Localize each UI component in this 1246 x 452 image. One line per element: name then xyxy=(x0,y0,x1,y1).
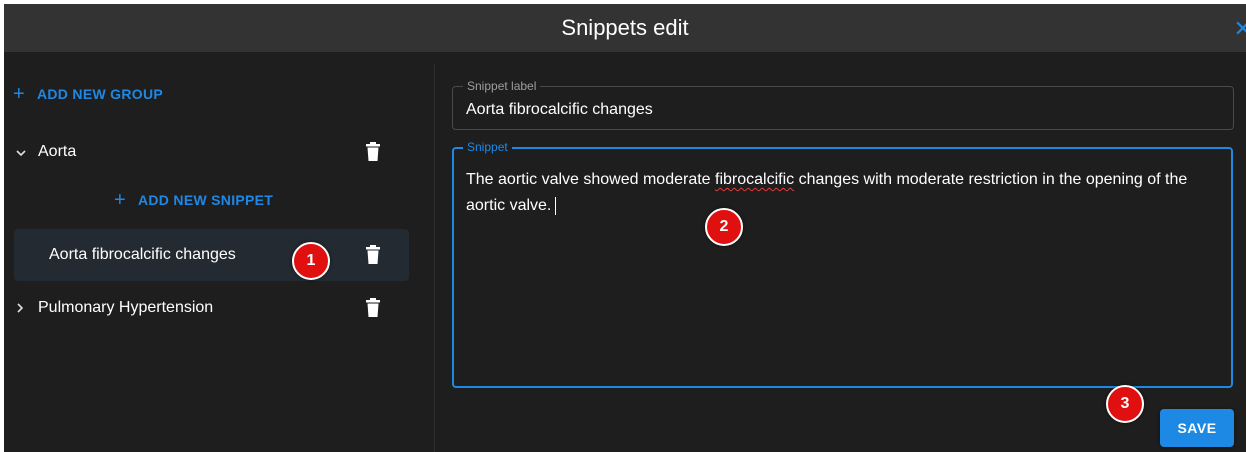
add-new-group-label: ADD NEW GROUP xyxy=(36,86,163,102)
delete-group-icon[interactable] xyxy=(365,298,381,318)
snippets-dialog: Snippets edit ✕ + ADD NEW GROUP Aorta + … xyxy=(4,4,1246,452)
plus-icon: + xyxy=(114,189,126,211)
snippet-legend: Snippet xyxy=(463,140,512,154)
dialog-titlebar: Snippets edit ✕ xyxy=(4,4,1246,52)
group-item-aorta[interactable]: Aorta xyxy=(14,126,409,178)
chevron-down-icon[interactable] xyxy=(16,145,30,160)
dialog-title: Snippets edit xyxy=(561,15,689,40)
annotation-badge-2: 2 xyxy=(705,208,743,246)
snippet-text-start: The aortic valve showed moderate xyxy=(466,171,716,188)
close-icon[interactable]: ✕ xyxy=(1234,16,1246,42)
add-new-snippet-label: ADD NEW SNIPPET xyxy=(137,192,274,208)
group-item-pulmonary-hypertension[interactable]: Pulmonary Hypertension xyxy=(14,282,409,334)
group-label: Aorta xyxy=(38,143,77,160)
snippet-label-field[interactable]: Snippet label Aorta fibrocalcific change… xyxy=(452,79,1234,130)
text-caret xyxy=(555,196,557,215)
spellcheck-flagged-word: fibrocalcific xyxy=(715,171,795,188)
pane-divider xyxy=(434,64,435,452)
snippet-textarea[interactable]: Snippet The aortic valve showed moderate… xyxy=(452,140,1233,388)
save-button[interactable]: SAVE xyxy=(1160,409,1234,447)
group-label: Pulmonary Hypertension xyxy=(38,299,214,316)
snippet-text[interactable]: The aortic valve showed moderate fibroca… xyxy=(466,167,1191,219)
plus-icon: + xyxy=(13,83,25,105)
annotation-badge-3: 3 xyxy=(1106,385,1144,423)
snippet-item-aorta-fibrocalcific-changes[interactable]: Aorta fibrocalcific changes xyxy=(14,229,409,281)
add-new-group-button[interactable]: + ADD NEW GROUP xyxy=(13,83,163,105)
chevron-right-icon[interactable] xyxy=(16,301,30,316)
delete-snippet-icon[interactable] xyxy=(365,245,381,265)
delete-group-icon[interactable] xyxy=(365,142,381,162)
snippet-label-value[interactable]: Aorta fibrocalcific changes xyxy=(466,101,653,119)
annotation-badge-1: 1 xyxy=(292,242,330,280)
add-new-snippet-button[interactable]: + ADD NEW SNIPPET xyxy=(114,189,274,211)
snippet-item-label: Aorta fibrocalcific changes xyxy=(49,246,236,263)
snippet-label-legend: Snippet label xyxy=(463,79,541,93)
